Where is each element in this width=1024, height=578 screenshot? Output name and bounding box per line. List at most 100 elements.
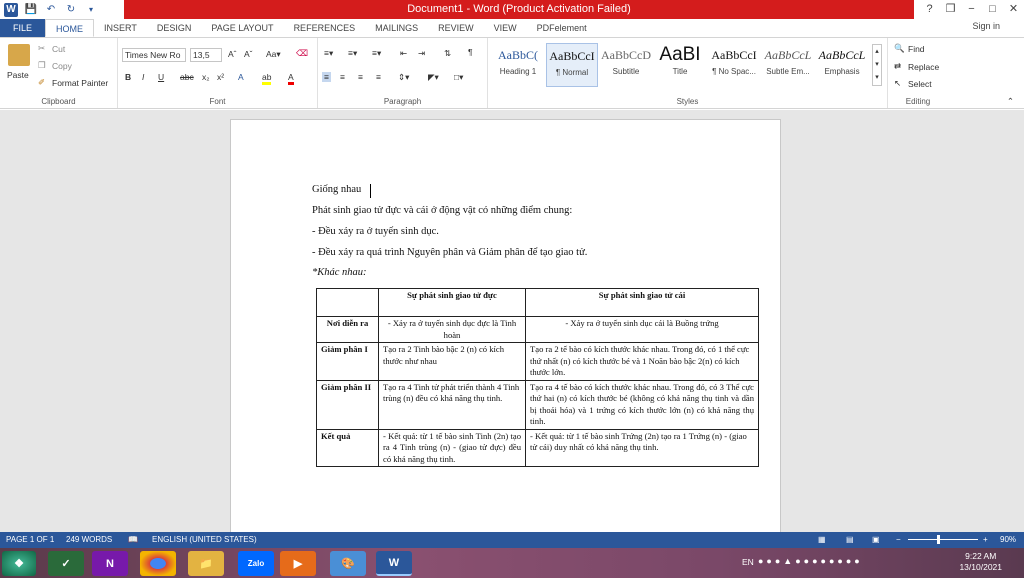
media-player-icon[interactable]: ▶ [280,551,316,576]
close-button[interactable]: ✕ [1003,0,1024,19]
language-indicator[interactable]: ENGLISH (UNITED STATES) [152,535,257,544]
find-icon[interactable]: 🔍 [894,43,905,54]
maximize-button[interactable]: □ [982,0,1003,19]
page-count[interactable]: PAGE 1 OF 1 [6,535,54,544]
style-subtitle[interactable]: AaBbCcD Subtitle [600,43,652,87]
borders-icon[interactable]: □▾ [454,72,463,83]
format-painter-button[interactable]: Format Painter [52,78,108,88]
increase-indent-icon[interactable]: ⇥ [418,48,425,59]
proofing-icon[interactable]: 📖 [128,535,138,544]
document-page[interactable]: Giống nhau Phát sinh giao tử đực và cái … [230,119,781,539]
styles-scroll-icon[interactable]: ▴ ▾ ▾ [872,44,882,86]
tab-review[interactable]: REVIEW [428,19,484,37]
zoom-out-icon[interactable]: − [896,535,901,544]
style-title[interactable]: AaBI Title [654,43,706,87]
underline-icon[interactable]: U [158,72,164,82]
font-name-input[interactable]: Times New Ro [122,48,186,62]
find-button[interactable]: Find [908,44,925,54]
zoom-slider[interactable] [908,539,978,540]
tray-icons[interactable]: ●●●▲●●●●●●●● [758,556,863,566]
style-heading-1[interactable]: AaBbC(Heading 1 [492,43,544,87]
copy-icon[interactable]: ❐ [38,60,46,71]
style-emphasis[interactable]: AaBbCcL Emphasis [816,43,868,87]
align-right-icon[interactable]: ≡ [358,72,363,82]
zoom-in-icon[interactable]: + [983,535,988,544]
sort-icon[interactable]: ⇅ [444,48,451,59]
tab-pdfelement[interactable]: PDFelement [527,19,597,37]
replace-icon[interactable]: ⇄ [894,61,901,72]
show-marks-icon[interactable]: ¶ [468,47,473,57]
sign-in-link[interactable]: Sign in [972,21,1000,31]
zoom-level[interactable]: 90% [1000,535,1016,544]
cut-button[interactable]: Cut [52,44,65,54]
shading-icon[interactable]: ◤▾ [428,72,439,83]
word-taskbar-icon[interactable]: W [376,551,412,576]
paragraph-group: ≡▾ ≡▾ ≡▾ ⇤ ⇥ ⇅ ¶ ≡ ≡ ≡ ≡ ⇕▾ ◤▾ □▾ Paragr… [318,38,488,108]
app-green-icon[interactable]: ✓ [48,551,84,576]
paste-button[interactable]: Paste [7,70,29,80]
redo-icon[interactable]: ↻ [64,3,78,17]
numbering-icon[interactable]: ≡▾ [348,48,357,59]
style-subtle-emphasis[interactable]: AaBbCcL Subtle Em... [762,43,814,87]
cut-icon[interactable]: ✂ [38,43,45,54]
style-normal[interactable]: AaBbCcI ¶ Normal [546,43,598,87]
onenote-icon[interactable]: N [92,551,128,576]
chrome-icon[interactable] [140,551,176,576]
bold-icon[interactable]: B [125,72,131,82]
copy-button[interactable]: Copy [52,61,72,71]
tab-page-layout[interactable]: PAGE LAYOUT [201,19,283,37]
tab-file[interactable]: FILE [0,19,46,37]
line-spacing-icon[interactable]: ⇕▾ [398,72,409,83]
bullets-icon[interactable]: ≡▾ [324,48,333,59]
italic-icon[interactable]: I [142,72,144,82]
style-no-spacing[interactable]: AaBbCcI ¶ No Spac... [708,43,760,87]
zoom-thumb[interactable] [937,535,940,544]
change-case-icon[interactable]: Aa▾ [266,49,281,60]
undo-icon[interactable]: ↶ [44,3,58,17]
select-icon[interactable]: ↖ [894,78,901,89]
justify-icon[interactable]: ≡ [376,72,381,82]
tab-mailings[interactable]: MAILINGS [365,19,428,37]
shrink-font-icon[interactable]: Aˇ [244,49,253,59]
save-icon[interactable]: 💾 [24,3,38,17]
read-mode-icon[interactable]: ▦ [818,535,826,544]
doc-line-common: Phát sinh giao tử đực và cái ở động vật … [312,205,573,216]
superscript-icon[interactable]: x² [217,72,224,82]
font-color-icon[interactable]: A [288,72,294,85]
language-tray[interactable]: EN [742,557,754,567]
highlight-icon[interactable]: ab [262,72,272,85]
tab-references[interactable]: REFERENCES [284,19,366,37]
paste-icon[interactable] [8,44,30,66]
format-painter-icon[interactable]: ✐ [38,77,45,88]
tab-view[interactable]: VIEW [484,19,527,37]
replace-button[interactable]: Replace [908,62,939,72]
web-layout-icon[interactable]: ▣ [872,535,880,544]
strikethrough-icon[interactable]: abc [180,72,194,82]
clock[interactable]: 9:22 AM 13/10/2021 [959,551,1002,573]
subscript-icon[interactable]: x₂ [202,72,210,82]
tab-home[interactable]: HOME [45,19,95,37]
align-left-icon[interactable]: ≡ [322,72,331,82]
tab-insert[interactable]: INSERT [94,19,147,37]
font-size-input[interactable]: 13,5 [190,48,222,62]
align-center-icon[interactable]: ≡ [340,72,345,82]
grow-font-icon[interactable]: Aˆ [228,49,237,59]
print-layout-icon[interactable]: ▤ [846,535,854,544]
multilevel-list-icon[interactable]: ≡▾ [372,48,381,59]
text-effects-icon[interactable]: A [238,72,244,82]
ribbon-display-button[interactable]: ❒ [940,0,961,19]
word-count[interactable]: 249 WORDS [66,535,112,544]
select-button[interactable]: Select [908,79,932,89]
start-icon[interactable]: ❖ [2,551,36,576]
paint-icon[interactable]: 🎨 [330,551,366,576]
customize-qat-icon[interactable]: ▾ [84,3,98,17]
minimize-button[interactable]: − [961,0,982,19]
clear-formatting-icon[interactable]: ⌫ [296,48,308,59]
collapse-ribbon-icon[interactable]: ⌃ [1007,96,1014,107]
comparison-table[interactable]: Sự phát sinh giao tử đực Sự phát sinh gi… [316,288,759,467]
tab-design[interactable]: DESIGN [147,19,202,37]
decrease-indent-icon[interactable]: ⇤ [400,48,407,59]
zalo-icon[interactable]: Zalo [238,551,274,576]
file-explorer-icon[interactable]: 📁 [188,551,224,576]
help-button[interactable]: ? [919,0,940,19]
